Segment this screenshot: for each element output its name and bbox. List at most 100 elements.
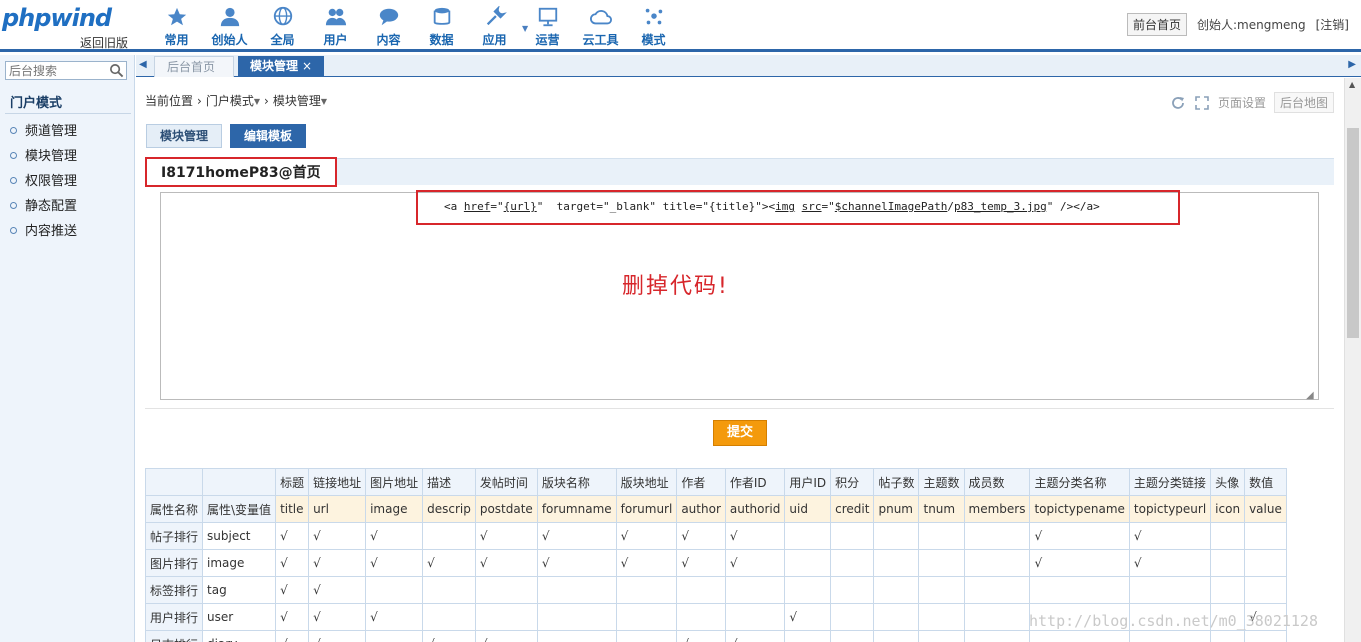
check-cell xyxy=(1244,522,1287,550)
nav-item-user[interactable]: 创始人 xyxy=(203,0,256,49)
nav-item-chat[interactable]: 内容 xyxy=(362,0,415,49)
caret-down-icon[interactable]: ▼ xyxy=(254,97,260,106)
vertical-scrollbar[interactable]: ▲ xyxy=(1344,78,1361,642)
check-cell: √ xyxy=(275,576,310,604)
sidebar: 门户模式 频道管理 模块管理 权限管理 静态配置 内容推送 xyxy=(0,55,135,642)
sidebar-item-push[interactable]: 内容推送 xyxy=(0,219,135,244)
refresh-icon[interactable] xyxy=(1170,95,1186,111)
front-home-button[interactable]: 前台首页 xyxy=(1126,13,1187,36)
table-variable-row: 属性名称 属性\变量值 title url image descrip postdate fo… xyxy=(144,495,1287,523)
nav-item-star[interactable]: 常用 xyxy=(150,0,203,49)
tab-backend-home[interactable]: 后台首页× xyxy=(154,56,234,94)
nav-item-database[interactable]: 数据 xyxy=(415,0,468,49)
variable-cell: topictypename xyxy=(1029,495,1130,523)
row-key: diary xyxy=(202,630,277,642)
check-cell xyxy=(1210,522,1246,550)
check-cell: √ xyxy=(422,549,476,577)
nav-more-caret-icon[interactable]: ▼ xyxy=(522,24,528,33)
creator-label: 创始人:mengmeng xyxy=(1196,18,1306,32)
page-settings-button[interactable]: 页面设置 xyxy=(1218,94,1266,111)
row-name: 日志排行 xyxy=(144,630,204,642)
check-cell: √ xyxy=(308,549,367,577)
table-corner-cell xyxy=(202,468,277,496)
row-name: 图片排行 xyxy=(144,549,204,577)
check-cell: √ xyxy=(784,603,832,631)
scroll-right-arrow-icon[interactable]: ▶ xyxy=(1348,59,1356,70)
back-to-old-version-link[interactable]: 返回旧版 xyxy=(80,34,128,51)
sidebar-item-label: 内容推送 xyxy=(25,224,78,239)
breadcrumb-portal-mode[interactable]: 门户模式 xyxy=(206,94,254,108)
row-name: 标签排行 xyxy=(144,576,204,604)
scroll-left-arrow-icon[interactable]: ◀ xyxy=(139,59,147,70)
check-cell xyxy=(963,603,1031,631)
check-cell xyxy=(1210,576,1246,604)
nav-item-label: 用户 xyxy=(323,33,348,47)
nav-item-monitor[interactable]: 运营 xyxy=(521,0,574,49)
sidebar-menu: 频道管理 模块管理 权限管理 静态配置 内容推送 xyxy=(0,119,135,244)
database-icon xyxy=(433,7,450,25)
sparkle-icon xyxy=(645,8,662,25)
caret-down-icon[interactable]: ▼ xyxy=(321,97,327,106)
check-cell xyxy=(1244,576,1287,604)
site-map-button[interactable]: 后台地图 xyxy=(1273,92,1334,113)
check-cell xyxy=(918,549,965,577)
tab-module-manage[interactable]: 模块管理 × xyxy=(238,56,324,77)
row-key: image xyxy=(202,549,277,577)
bullet-icon xyxy=(10,127,17,134)
sidebar-item-module[interactable]: 模块管理 xyxy=(0,144,135,169)
column-header: 作者 xyxy=(676,468,726,496)
check-cell xyxy=(918,603,965,631)
variable-cell: image xyxy=(365,495,424,523)
variable-cell: tnum xyxy=(918,495,965,523)
check-cell: √ xyxy=(308,576,367,604)
variable-cell: members xyxy=(963,495,1031,523)
nav-item-cloud[interactable]: 云工具 xyxy=(574,0,627,49)
check-cell: √ xyxy=(365,522,424,550)
sidebar-item-permission[interactable]: 权限管理 xyxy=(0,169,135,194)
search-icon[interactable] xyxy=(109,63,124,78)
resize-grip-icon[interactable]: ◢ xyxy=(1306,390,1314,401)
search-input[interactable] xyxy=(6,62,106,79)
nav-item-sparkle[interactable]: 模式 xyxy=(627,0,680,49)
check-cell xyxy=(422,576,476,604)
check-cell xyxy=(676,603,726,631)
close-icon[interactable]: × xyxy=(302,59,312,73)
main-nav: 常用 创始人 全局 用户 内容 数据 应用 运营 云工具 模式 xyxy=(150,0,680,49)
column-header: 发帖时间 xyxy=(474,468,538,496)
check-cell: √ xyxy=(724,522,786,550)
nav-item-users[interactable]: 用户 xyxy=(309,0,362,49)
user-icon xyxy=(220,7,239,27)
variable-cell: forumurl xyxy=(615,495,678,523)
sidebar-item-channel[interactable]: 频道管理 xyxy=(0,119,135,144)
top-header: phpwind 返回旧版 常用 创始人 全局 用户 内容 数据 应用 运营 云工具 模式 ▼ 前台… xyxy=(0,0,1361,52)
check-cell xyxy=(536,576,617,604)
submit-button[interactable]: 提交 xyxy=(713,420,767,446)
fullscreen-icon[interactable] xyxy=(1194,95,1210,111)
column-header: 主题分类名称 xyxy=(1029,468,1130,496)
nav-item-wrench[interactable]: 应用 xyxy=(468,0,521,49)
sidebar-divider xyxy=(5,113,131,114)
row-key: subject xyxy=(202,522,277,550)
column-header: 帖子数 xyxy=(873,468,920,496)
subtab-module-manage[interactable]: 模块管理 xyxy=(146,124,223,148)
nav-item-globe[interactable]: 全局 xyxy=(256,0,309,49)
star-icon xyxy=(167,7,186,26)
check-cell xyxy=(873,576,920,604)
breadcrumb: 当前位置 › 门户模式▼ › 模块管理▼ xyxy=(145,92,327,109)
sidebar-search xyxy=(5,61,127,80)
subtab-edit-template[interactable]: 编辑模板 xyxy=(230,124,307,148)
breadcrumb-module-manage[interactable]: 模块管理 xyxy=(273,94,321,108)
sidebar-item-static[interactable]: 静态配置 xyxy=(0,194,135,219)
main-content: 当前位置 › 门户模式▼ › 模块管理▼ 页面设置 后台地图 模块管理 编辑模板 I81… xyxy=(136,78,1344,642)
check-cell xyxy=(784,576,832,604)
column-header: 积分 xyxy=(830,468,875,496)
check-cell xyxy=(1029,630,1130,642)
column-header: 作者ID xyxy=(724,468,786,496)
logout-link[interactable]: [注销] xyxy=(1316,16,1349,33)
scroll-up-arrow-icon[interactable]: ▲ xyxy=(1349,80,1355,89)
check-cell: √ xyxy=(1128,522,1212,550)
scrollbar-thumb[interactable] xyxy=(1347,128,1359,338)
variable-cell: authorid xyxy=(724,495,786,523)
phpwind-logo[interactable]: phpwind xyxy=(2,4,112,32)
variable-cell: credit xyxy=(830,495,875,523)
